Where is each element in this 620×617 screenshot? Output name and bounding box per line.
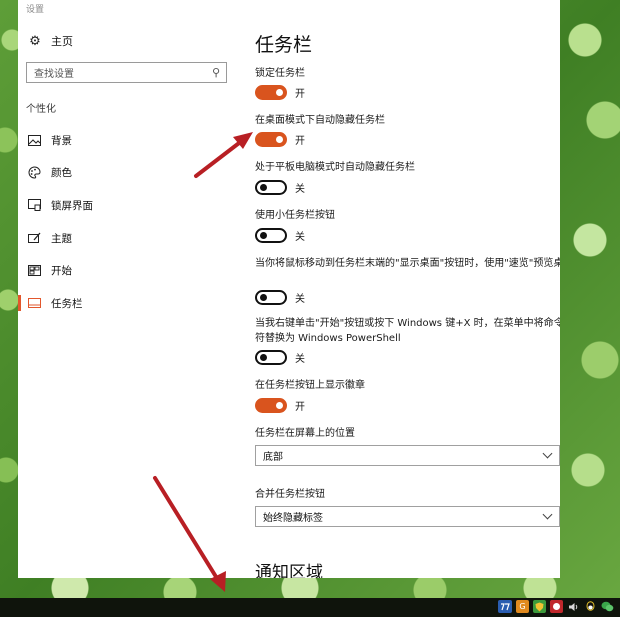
toggle-knob [260,353,267,361]
peek-toggle[interactable] [255,289,287,305]
sidebar-item-label: 开始 [51,264,72,277]
lock-taskbar-toggle[interactable] [255,84,287,100]
sidebar-item-label: 任务栏 [51,297,83,310]
combine-buttons-value: 始终隐藏标签 [263,513,323,524]
palette-icon [27,165,41,179]
toggle-state-text: 开 [295,135,305,147]
toggle-state-text: 关 [295,183,305,195]
gear-icon: ⚙ [29,33,41,49]
sidebar-section-heading: 个性化 [26,104,56,115]
sidebar-item-label: 主题 [51,232,72,245]
toggle-knob [260,183,267,191]
settings-window: 设置 ⚙ 主页 查找设置 ⚲ 个性化 背景 颜色 锁屏界面 主题 开始 任务栏 … [18,0,560,578]
setting-label-autohide-tablet: 处于平板电脑模式时自动隐藏任务栏 [255,162,415,173]
taskbar-position-value: 底部 [263,452,283,463]
toggle-row-badges: 开 [255,397,305,413]
setting-label-small-buttons: 使用小任务栏按钮 [255,210,335,221]
sidebar-home[interactable]: ⚙ 主页 [27,33,73,49]
toggle-knob [276,135,283,143]
autohide-tablet-toggle[interactable] [255,179,287,195]
badges-toggle[interactable] [255,397,287,413]
search-input[interactable]: 查找设置 ⚲ [26,62,227,83]
ime-icon[interactable] [498,600,512,613]
combine-buttons-dropdown[interactable]: 始终隐藏标签 [255,506,560,527]
shield-icon[interactable] [533,600,546,613]
sidebar-home-label: 主页 [51,35,73,48]
sidebar-item-lock-screen[interactable]: 锁屏界面 [18,194,233,216]
toggle-knob [276,88,283,96]
toggle-row-autohide-tablet: 关 [255,179,305,195]
start-grid-icon [27,263,41,277]
toggle-row-peek: 关 [255,289,305,305]
setting-label-badges: 在任务栏按钮上显示徽章 [255,380,365,391]
picture-icon [27,133,41,147]
theme-brush-icon [27,231,41,245]
sidebar-item-label: 颜色 [51,166,72,179]
system-tray: G [498,600,614,613]
toggle-knob [260,231,267,239]
toggle-state-text: 开 [295,88,305,100]
setting-label-powershell: 当我右键单击"开始"按钮或按下 Windows 键+X 时，在菜单中将命令提示符… [255,318,560,344]
toggle-row-lock-taskbar: 开 [255,84,305,100]
search-icon[interactable]: ⚲ [212,66,220,79]
toggle-knob [276,401,283,409]
setting-label-taskbar-position: 任务栏在屏幕上的位置 [255,428,355,439]
lock-screen-icon [27,198,41,212]
taskbar-icon [27,296,41,310]
qq-icon[interactable] [584,600,597,613]
toggle-state-text: 关 [295,231,305,243]
windows-taskbar: G [0,598,620,617]
search-placeholder: 查找设置 [34,69,74,80]
toggle-state-text: 关 [295,293,305,305]
sidebar-item-start[interactable]: 开始 [18,259,233,281]
page-title: 任务栏 [255,34,313,56]
sidebar-item-label: 背景 [51,134,72,147]
setting-label-autohide-desktop: 在桌面模式下自动隐藏任务栏 [255,115,385,126]
sidebar-item-themes[interactable]: 主题 [18,227,233,249]
red-app-icon[interactable] [550,600,563,613]
window-title: 设置 [26,5,45,15]
chevron-down-icon [542,448,553,459]
setting-label-peek: 当你将鼠标移动到任务栏末端的"显示桌面"按钮时，使用"速览"预览桌面 [255,258,560,269]
sidebar-item-colors[interactable]: 颜色 [18,161,233,183]
setting-label-lock-taskbar: 锁定任务栏 [255,68,305,79]
toggle-row-autohide-desktop: 开 [255,131,305,147]
sidebar-item-background[interactable]: 背景 [18,129,233,151]
chevron-down-icon [542,509,553,520]
toggle-state-text: 开 [295,401,305,413]
wechat-icon[interactable] [601,600,614,613]
toggle-state-text: 关 [295,353,305,365]
toggle-row-small-buttons: 关 [255,227,305,243]
sound-icon[interactable] [567,600,580,613]
small-buttons-toggle[interactable] [255,227,287,243]
powershell-toggle[interactable] [255,349,287,365]
sidebar-item-taskbar[interactable]: 任务栏 [18,292,233,314]
toggle-row-powershell: 关 [255,349,305,365]
sidebar-item-label: 锁屏界面 [51,199,93,212]
g-app-icon[interactable]: G [516,600,529,613]
toggle-knob [260,293,267,301]
setting-label-combine-buttons: 合并任务栏按钮 [255,489,325,500]
notification-area-heading: 通知区域 [255,563,323,578]
autohide-desktop-toggle[interactable] [255,131,287,147]
taskbar-position-dropdown[interactable]: 底部 [255,445,560,466]
